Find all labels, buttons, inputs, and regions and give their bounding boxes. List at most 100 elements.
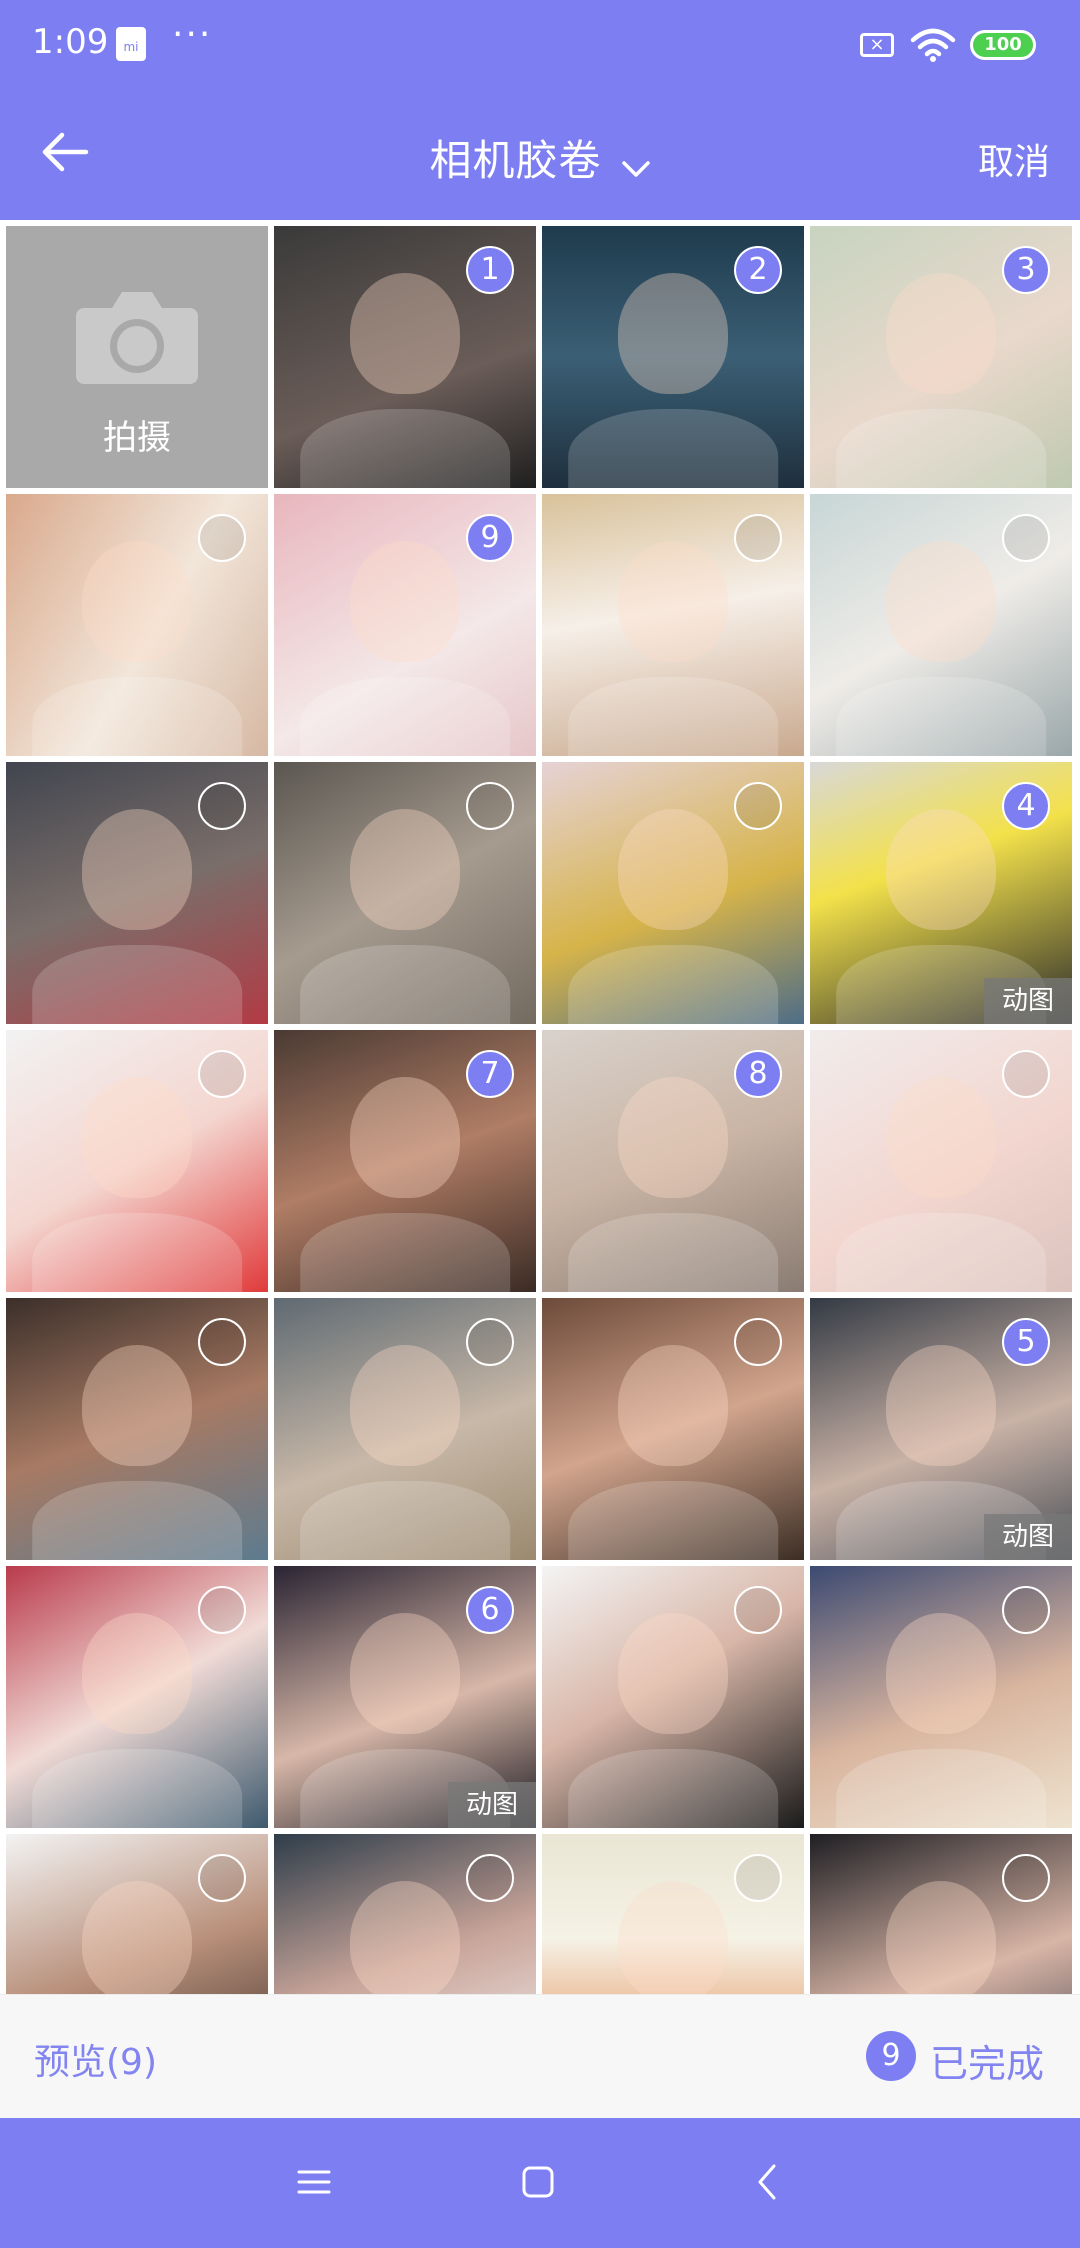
photo-thumbnail[interactable] — [810, 1566, 1072, 1828]
select-checkbox[interactable] — [198, 1854, 246, 1902]
photo-thumbnail[interactable] — [6, 494, 268, 756]
photo-thumbnail[interactable] — [274, 1834, 536, 1994]
photo-subject — [617, 1613, 729, 1734]
status-bar: 1:09 mi ··· × 100 — [0, 0, 1080, 95]
back-chevron-icon[interactable] — [750, 2158, 786, 2210]
photo-thumbnail[interactable]: 6 动图 — [274, 1566, 536, 1828]
select-checkbox[interactable] — [198, 782, 246, 830]
photo-subject — [617, 1077, 729, 1198]
select-checkbox[interactable] — [1002, 1050, 1050, 1098]
select-checkbox[interactable] — [198, 514, 246, 562]
no-sim-icon: × — [860, 33, 894, 57]
photo-subject-body — [32, 1481, 242, 1560]
photo-subject-body — [32, 677, 242, 756]
preview-button[interactable]: 预览(9) — [34, 2033, 157, 2085]
system-nav-bar — [0, 2118, 1080, 2248]
select-checkbox[interactable] — [734, 1854, 782, 1902]
photo-subject — [885, 1613, 997, 1734]
selection-number-badge[interactable]: 6 — [466, 1586, 514, 1634]
select-checkbox[interactable] — [734, 1318, 782, 1366]
photo-thumbnail[interactable] — [6, 1834, 268, 1994]
wifi-icon — [910, 28, 956, 66]
photo-subject-body — [836, 677, 1046, 756]
photo-subject — [617, 1345, 729, 1466]
home-square-icon[interactable] — [520, 2158, 556, 2210]
done-button[interactable]: 已完成 — [930, 2033, 1044, 2088]
select-checkbox[interactable] — [466, 1318, 514, 1366]
photo-thumbnail[interactable]: 4 动图 — [810, 762, 1072, 1024]
photo-subject — [885, 809, 997, 930]
selection-number-badge[interactable]: 9 — [466, 514, 514, 562]
photo-thumbnail[interactable] — [274, 762, 536, 1024]
photo-subject — [885, 1345, 997, 1466]
photo-thumbnail[interactable]: 9 — [274, 494, 536, 756]
photo-subject — [349, 1613, 461, 1734]
camera-capture-tile[interactable]: 拍摄 — [6, 226, 268, 488]
select-checkbox[interactable] — [466, 1854, 514, 1902]
photo-subject — [885, 541, 997, 662]
photo-thumbnail[interactable] — [542, 1298, 804, 1560]
cancel-button[interactable]: 取消 — [978, 133, 1050, 185]
chevron-down-icon[interactable] — [621, 159, 651, 183]
photo-subject — [81, 1077, 193, 1198]
select-checkbox[interactable] — [734, 514, 782, 562]
selected-count-badge: 9 — [866, 2031, 916, 2081]
photo-subject-body — [300, 945, 510, 1024]
photo-thumbnail[interactable] — [810, 1030, 1072, 1292]
photo-thumbnail[interactable]: 8 — [542, 1030, 804, 1292]
select-checkbox[interactable] — [734, 1586, 782, 1634]
selection-number-badge[interactable]: 3 — [1002, 246, 1050, 294]
photo-subject-body — [836, 409, 1046, 488]
photo-subject-body — [568, 945, 778, 1024]
page-title[interactable]: 相机胶卷 — [429, 136, 601, 185]
photo-thumbnail[interactable] — [542, 1834, 804, 1994]
photo-thumbnail[interactable] — [274, 1298, 536, 1560]
photo-thumbnail[interactable]: 2 — [542, 226, 804, 488]
photo-thumbnail[interactable] — [542, 1566, 804, 1828]
photo-thumbnail[interactable] — [810, 1834, 1072, 1994]
selection-number-badge[interactable]: 1 — [466, 246, 514, 294]
selection-number-badge[interactable]: 4 — [1002, 782, 1050, 830]
menu-icon[interactable] — [296, 2158, 332, 2210]
photo-subject-body — [568, 1481, 778, 1560]
select-checkbox[interactable] — [1002, 1854, 1050, 1902]
select-checkbox[interactable] — [1002, 514, 1050, 562]
photo-thumbnail[interactable] — [542, 762, 804, 1024]
photo-subject — [81, 809, 193, 930]
select-checkbox[interactable] — [198, 1318, 246, 1366]
status-time: 1:09 — [32, 22, 109, 62]
select-checkbox[interactable] — [1002, 1586, 1050, 1634]
photo-subject — [885, 273, 997, 394]
photo-thumbnail[interactable] — [542, 494, 804, 756]
photo-thumbnail[interactable]: 7 — [274, 1030, 536, 1292]
photo-subject-body — [32, 1749, 242, 1828]
app-header: 相机胶卷 取消 — [0, 95, 1080, 220]
more-notifications-icon: ··· — [172, 14, 213, 55]
selection-number-badge[interactable]: 2 — [734, 246, 782, 294]
photo-thumbnail[interactable] — [6, 1566, 268, 1828]
photo-subject — [81, 1345, 193, 1466]
photo-subject-body — [836, 1749, 1046, 1828]
photo-subject — [885, 1881, 997, 1994]
photo-subject — [349, 273, 461, 394]
selection-number-badge[interactable]: 5 — [1002, 1318, 1050, 1366]
select-checkbox[interactable] — [198, 1050, 246, 1098]
selection-number-badge[interactable]: 8 — [734, 1050, 782, 1098]
photo-thumbnail[interactable] — [810, 494, 1072, 756]
select-checkbox[interactable] — [734, 782, 782, 830]
select-checkbox[interactable] — [198, 1586, 246, 1634]
photo-subject — [885, 1077, 997, 1198]
photo-subject-body — [32, 945, 242, 1024]
photo-thumbnail[interactable] — [6, 762, 268, 1024]
album-selector[interactable]: 相机胶卷 — [0, 127, 1080, 188]
photo-subject-body — [300, 409, 510, 488]
photo-thumbnail[interactable]: 5 动图 — [810, 1298, 1072, 1560]
photo-thumbnail[interactable]: 1 — [274, 226, 536, 488]
photo-thumbnail[interactable] — [6, 1298, 268, 1560]
photo-thumbnail[interactable]: 3 — [810, 226, 1072, 488]
selection-number-badge[interactable]: 7 — [466, 1050, 514, 1098]
photo-subject — [349, 1077, 461, 1198]
photo-thumbnail[interactable] — [6, 1030, 268, 1292]
select-checkbox[interactable] — [466, 782, 514, 830]
gif-badge: 动图 — [984, 978, 1072, 1024]
